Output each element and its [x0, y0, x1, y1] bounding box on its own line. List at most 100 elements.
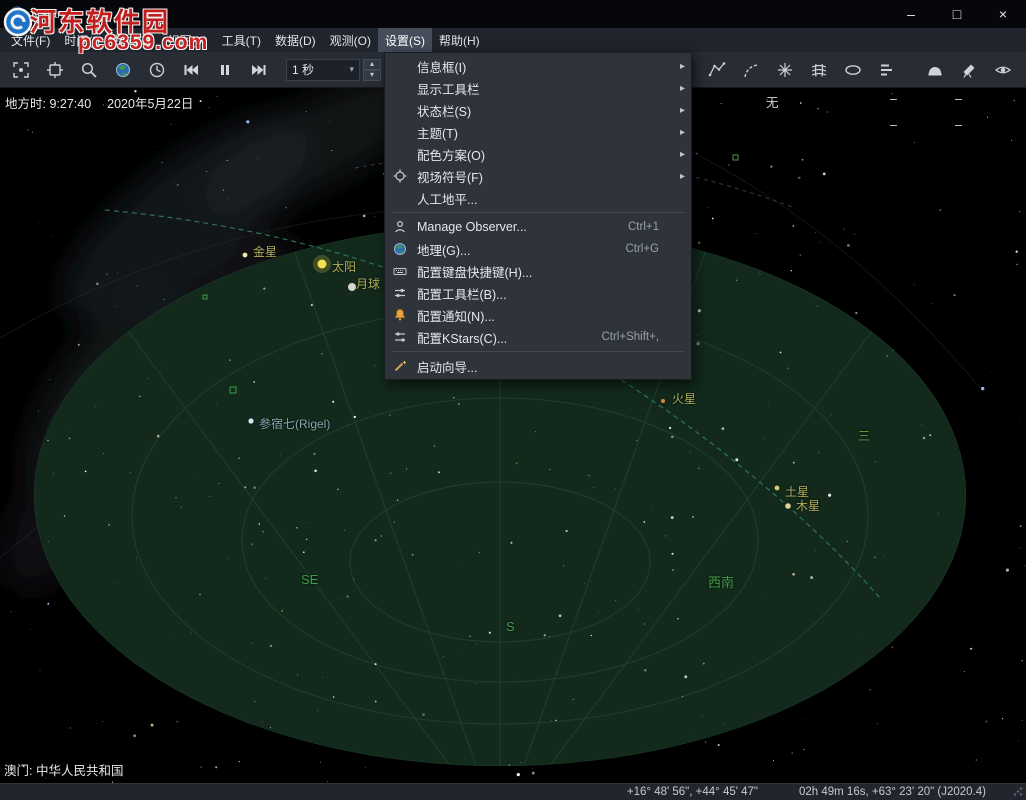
dome-icon — [926, 61, 944, 79]
kstars-app-icon — [9, 6, 25, 22]
indi-toolbar-group — [922, 57, 1016, 83]
keyboard-icon — [393, 264, 417, 278]
menu-item-label: Manage Observer... — [417, 220, 527, 234]
globe-icon — [393, 242, 417, 256]
focus-frame-button[interactable] — [42, 57, 68, 83]
menu-item-label: 地理(G)... — [417, 240, 470, 259]
menu-item-toolbars-shown[interactable]: 显示工具栏 — [385, 77, 691, 99]
time-step-box[interactable]: 1 秒 — [286, 59, 360, 81]
resize-grip[interactable] — [1012, 786, 1023, 797]
submenu-arrow-icon — [675, 149, 685, 160]
menu-item-geographic[interactable]: 地理(G)... Ctrl+G — [385, 238, 691, 260]
whats-interesting-button[interactable] — [990, 57, 1016, 83]
menu-item-configure-kstars[interactable]: 配置KStars(C)... Ctrl+Shift+, — [385, 326, 691, 348]
fov-symbol-icon — [393, 169, 417, 183]
menu-time[interactable]: 时间(I) — [57, 28, 106, 52]
location-label: 澳门: 中华人民共和国 — [4, 764, 123, 778]
close-button[interactable]: × — [980, 0, 1026, 28]
focus-alt-dash: – — [955, 118, 962, 132]
object-label-sun[interactable]: 太阳 — [332, 258, 356, 275]
time-step-up-button[interactable] — [363, 59, 381, 70]
mars-dot — [661, 399, 665, 403]
submenu-arrow-icon — [675, 83, 685, 94]
focus-ra-dash: – — [890, 92, 897, 106]
menu-observation[interactable]: 观测(O) — [323, 28, 378, 52]
object-label-moon[interactable]: 月球 — [356, 275, 380, 292]
time-step-value: 1 秒 — [292, 61, 314, 78]
pause-time-button[interactable] — [212, 57, 238, 83]
constellation-lines-icon — [708, 61, 726, 79]
time-step-spinner — [363, 59, 381, 81]
menu-pointing[interactable]: 指向(P) — [107, 28, 161, 52]
legend-button[interactable] — [874, 57, 900, 83]
cardinal-label-s[interactable]: S — [506, 619, 515, 634]
date-label: 2020年5月22日 — [107, 93, 193, 112]
time-step-down-button[interactable] — [363, 70, 381, 81]
focus-frame-icon — [46, 61, 64, 79]
rewind-time-button[interactable] — [178, 57, 204, 83]
geographic-info-box[interactable]: 澳门: 中华人民共和国 — [4, 760, 123, 779]
time-info-box[interactable]: 地方时: 9:27:40 2020年5月22日 — [5, 93, 193, 112]
cardinal-label-se[interactable]: SE — [301, 572, 318, 587]
set-geolocation-button[interactable] — [110, 57, 136, 83]
kstars-window: KStars – □ × 文件(F) 时间(I) 指向(P) 视图(V) 工具(… — [0, 0, 1026, 800]
legend-icon — [878, 61, 896, 79]
menu-item-color-schemes[interactable]: 配色方案(O) — [385, 143, 691, 165]
menu-settings[interactable]: 设置(S) — [378, 28, 432, 52]
menu-item-label: 配色方案(O) — [417, 145, 485, 164]
menu-shortcut: Ctrl+1 — [628, 221, 659, 233]
menu-tools[interactable]: 工具(T) — [215, 28, 268, 52]
equatorial-grid-button[interactable] — [806, 57, 832, 83]
wizard-wand-icon — [393, 359, 417, 373]
statusbar-azalt: +16° 48' 56", +44° 45' 47" — [627, 784, 758, 800]
constellation-boundaries-button[interactable] — [738, 57, 764, 83]
menu-item-label: 主题(T) — [417, 123, 458, 142]
stars-button[interactable] — [772, 57, 798, 83]
menu-shortcut: Ctrl+G — [625, 243, 659, 255]
menu-data[interactable]: 数据(D) — [268, 28, 323, 52]
menu-item-notifications[interactable]: 配置通知(N)... — [385, 304, 691, 326]
set-time-button[interactable] — [144, 57, 170, 83]
time-step-control[interactable]: 1 秒 — [286, 59, 381, 81]
cardinal-label-sw[interactable]: 西南 — [708, 572, 734, 591]
advance-time-button[interactable] — [246, 57, 272, 83]
horizon-ground-button[interactable] — [840, 57, 866, 83]
menu-item-statusbar[interactable]: 状态栏(S) — [385, 99, 691, 121]
time-step-dropdown-icon[interactable] — [349, 64, 354, 75]
menu-item-info-boxes[interactable]: 信息框(I) — [385, 55, 691, 77]
menu-item-label: 信息框(I) — [417, 57, 466, 76]
object-label-jupiter[interactable]: 木星 — [796, 497, 820, 514]
zoom-pointer-button[interactable] — [8, 57, 34, 83]
submenu-arrow-icon — [675, 127, 685, 138]
menu-item-startup-wizard[interactable]: 启动向导... — [385, 355, 691, 377]
menu-item-shortcuts[interactable]: 配置键盘快捷键(H)... — [385, 260, 691, 282]
jupiter-dot — [785, 503, 791, 509]
statusbar: +16° 48' 56", +44° 45' 47" 02h 49m 16s, … — [0, 783, 1026, 800]
menu-item-fov-symbols[interactable]: 视场符号(F) — [385, 165, 691, 187]
maximize-button[interactable]: □ — [934, 0, 980, 28]
object-label-rigel[interactable]: 参宿七(Rigel) — [259, 415, 330, 432]
moon-dot — [348, 283, 356, 291]
menu-item-artificial-horizon[interactable]: 人工地平... — [385, 187, 691, 209]
find-object-button[interactable] — [76, 57, 102, 83]
constellation-lines-button[interactable] — [704, 57, 730, 83]
menu-item-label: 配置通知(N)... — [417, 306, 495, 325]
titlebar: KStars – □ × — [0, 0, 1026, 28]
menu-item-manage-observer[interactable]: Manage Observer... Ctrl+1 — [385, 216, 691, 238]
telescope-button[interactable] — [956, 57, 982, 83]
constellation-label[interactable]: 三 — [858, 427, 870, 444]
minimize-button[interactable]: – — [888, 0, 934, 28]
menu-file[interactable]: 文件(F) — [4, 28, 57, 52]
menu-view[interactable]: 视图(V) — [161, 28, 215, 52]
menu-item-configure-toolbars[interactable]: 配置工具栏(B)... — [385, 282, 691, 304]
submenu-arrow-icon — [675, 61, 685, 72]
menu-item-label: 配置键盘快捷键(H)... — [417, 262, 532, 281]
menu-item-label: 显示工具栏 — [417, 79, 480, 98]
view-toolbar-group — [704, 57, 900, 83]
observatory-dome-button[interactable] — [922, 57, 948, 83]
menu-help[interactable]: 帮助(H) — [432, 28, 487, 52]
menu-item-theme[interactable]: 主题(T) — [385, 121, 691, 143]
object-label-mars[interactable]: 火星 — [672, 390, 696, 407]
pause-icon — [216, 61, 234, 79]
object-label-venus[interactable]: 金星 — [253, 243, 277, 260]
